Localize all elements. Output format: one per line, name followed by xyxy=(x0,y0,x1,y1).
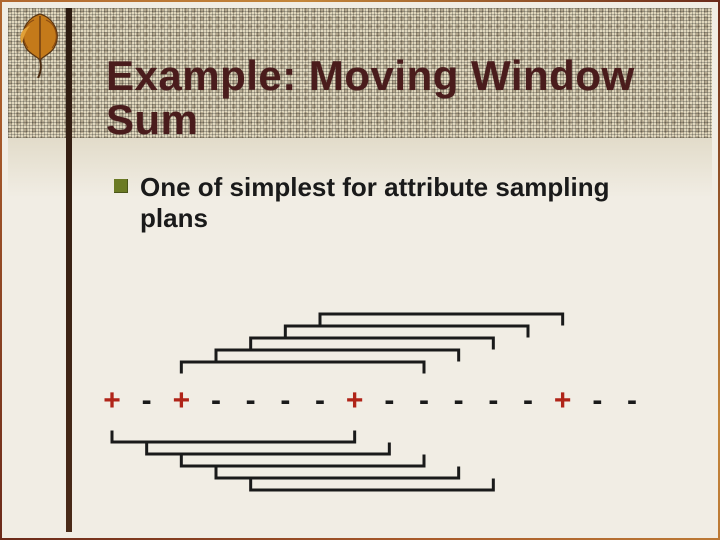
window-bracket-top xyxy=(251,338,494,348)
minus-glyph: - xyxy=(142,384,152,417)
minus-glyph: - xyxy=(211,384,221,417)
minus-glyph: - xyxy=(384,384,394,417)
leaf-icon xyxy=(4,6,76,78)
vertical-rule xyxy=(66,8,72,532)
bullet-text: One of simplest for attribute sampling p… xyxy=(140,172,638,234)
window-bracket-bottom xyxy=(181,456,424,466)
slide: Example: Moving Window Sum One of simple… xyxy=(0,0,720,540)
window-bracket-bottom xyxy=(216,468,459,478)
moving-window-diagram: +-+----+-----+-- xyxy=(92,282,652,502)
bullet-item: One of simplest for attribute sampling p… xyxy=(114,172,638,234)
plus-glyph: + xyxy=(554,384,572,417)
minus-glyph: - xyxy=(488,384,498,417)
window-bracket-top xyxy=(216,350,459,360)
slide-title: Example: Moving Window Sum xyxy=(106,54,658,142)
minus-glyph: - xyxy=(627,384,637,417)
minus-glyph: - xyxy=(280,384,290,417)
minus-glyph: - xyxy=(454,384,464,417)
window-bracket-top xyxy=(181,362,424,372)
window-bracket-bottom xyxy=(112,432,355,442)
plus-glyph: + xyxy=(346,384,364,417)
minus-glyph: - xyxy=(592,384,602,417)
window-bracket-top xyxy=(285,326,528,336)
plus-glyph: + xyxy=(173,384,191,417)
minus-glyph: - xyxy=(523,384,533,417)
window-bracket-top xyxy=(320,314,563,324)
bullet-marker-icon xyxy=(114,179,128,193)
minus-glyph: - xyxy=(315,384,325,417)
window-bracket-bottom xyxy=(147,444,390,454)
minus-glyph: - xyxy=(246,384,256,417)
window-bracket-bottom xyxy=(251,480,494,490)
minus-glyph: - xyxy=(419,384,429,417)
plus-glyph: + xyxy=(103,384,121,417)
